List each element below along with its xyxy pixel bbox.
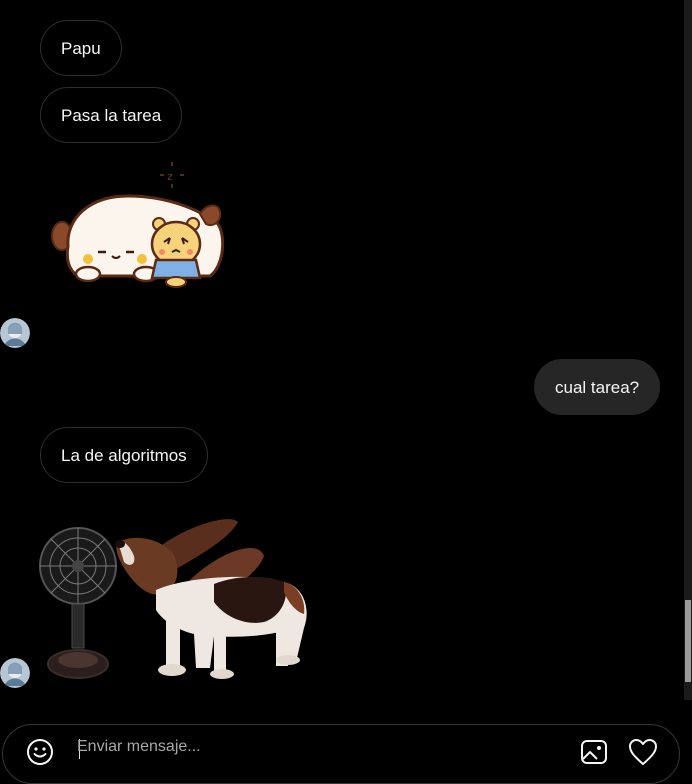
avatar[interactable] (0, 658, 30, 688)
profile-picture (0, 658, 30, 688)
image-icon[interactable] (579, 737, 609, 767)
smiley-face-icon[interactable] (25, 737, 55, 767)
outgoing-message[interactable]: cual tarea? (534, 359, 661, 415)
incoming-message[interactable]: Pasa la tarea (40, 87, 183, 143)
scrollbar-track[interactable] (684, 0, 692, 700)
message-text: Pasa la tarea (61, 106, 162, 125)
heart-icon[interactable] (627, 737, 659, 767)
basset-hound-with-fan-illustration (39, 519, 307, 679)
message-text: cual tarea? (555, 378, 640, 397)
scrollbar-thumb[interactable] (685, 600, 691, 682)
message-text: La de algoritmos (61, 446, 187, 465)
sleeping-dog-and-hamster-illustration: z (51, 162, 225, 288)
message-input[interactable] (77, 735, 557, 759)
sleeping-dog-and-hamster-sticker[interactable]: z (50, 158, 228, 290)
conversation-thread[interactable]: Papu Pasa la tarea z cual tarea? La de a… (0, 0, 684, 700)
message-composer (2, 724, 680, 784)
incoming-message[interactable]: Papu (40, 20, 122, 76)
svg-text:z: z (167, 170, 173, 183)
avatar[interactable] (0, 318, 30, 348)
incoming-message[interactable]: La de algoritmos (40, 427, 208, 483)
message-text: Papu (61, 39, 101, 58)
basset-hound-with-fan-sticker[interactable] (38, 512, 314, 688)
profile-picture (0, 318, 30, 348)
